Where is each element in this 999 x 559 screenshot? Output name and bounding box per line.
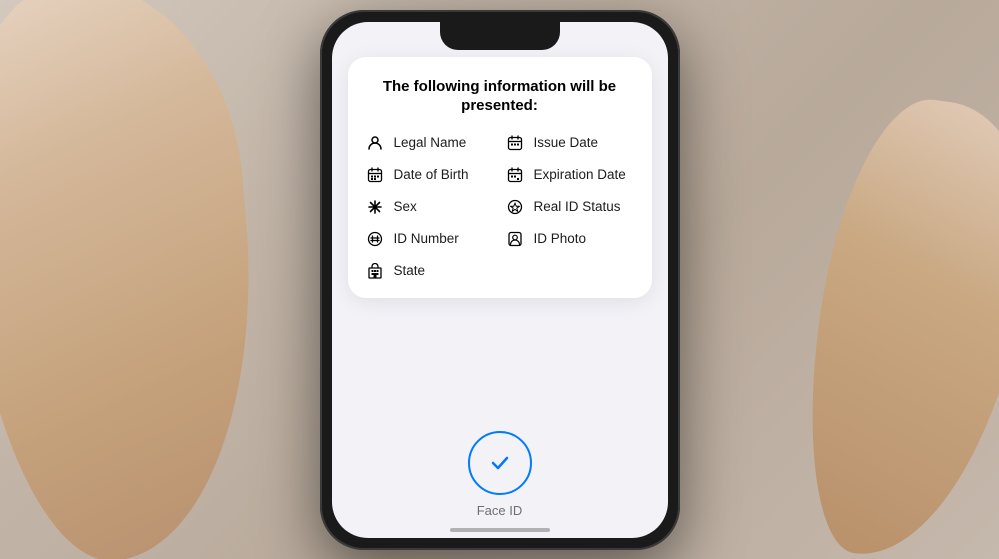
faceid-label: Face ID [477, 503, 523, 518]
phone-wrapper: The following information will be presen… [320, 10, 680, 550]
info-card: The following information will be presen… [348, 57, 652, 298]
phone-notch [440, 22, 560, 50]
list-item: Expiration Date [504, 164, 636, 186]
list-item: Sex [364, 196, 496, 218]
phone-body: The following information will be presen… [320, 10, 680, 550]
hash-icon [364, 228, 386, 250]
sex-label: Sex [394, 199, 417, 214]
person-icon [364, 132, 386, 154]
calendar3-icon [504, 164, 526, 186]
list-item: Issue Date [504, 132, 636, 154]
home-indicator [450, 528, 550, 532]
phone-screen: The following information will be presen… [332, 22, 668, 538]
id-photo-label: ID Photo [534, 231, 587, 246]
card-title: The following information will be presen… [364, 77, 636, 116]
state-label: State [394, 263, 426, 278]
faceid-circle[interactable] [468, 431, 532, 495]
calendar2-icon [364, 164, 386, 186]
finger-right [788, 88, 999, 559]
checkmark-icon [487, 450, 513, 476]
list-item: State [364, 260, 496, 282]
face-id-section: Face ID [332, 431, 668, 518]
date-of-birth-label: Date of Birth [394, 167, 469, 182]
id-number-label: ID Number [394, 231, 459, 246]
star-icon [504, 196, 526, 218]
expiration-date-label: Expiration Date [534, 167, 626, 182]
list-item: ID Number [364, 228, 496, 250]
list-item: ID Photo [504, 228, 636, 250]
asterisk-icon [364, 196, 386, 218]
empty-slot [504, 260, 636, 282]
building-icon [364, 260, 386, 282]
issue-date-label: Issue Date [534, 135, 599, 150]
calendar-icon [504, 132, 526, 154]
list-item: Real ID Status [504, 196, 636, 218]
legal-name-label: Legal Name [394, 135, 467, 150]
list-item: Legal Name [364, 132, 496, 154]
info-items-grid: Legal Name [364, 132, 636, 282]
portrait-icon [504, 228, 526, 250]
finger-left [0, 0, 275, 559]
list-item: Date of Birth [364, 164, 496, 186]
real-id-status-label: Real ID Status [534, 199, 621, 214]
